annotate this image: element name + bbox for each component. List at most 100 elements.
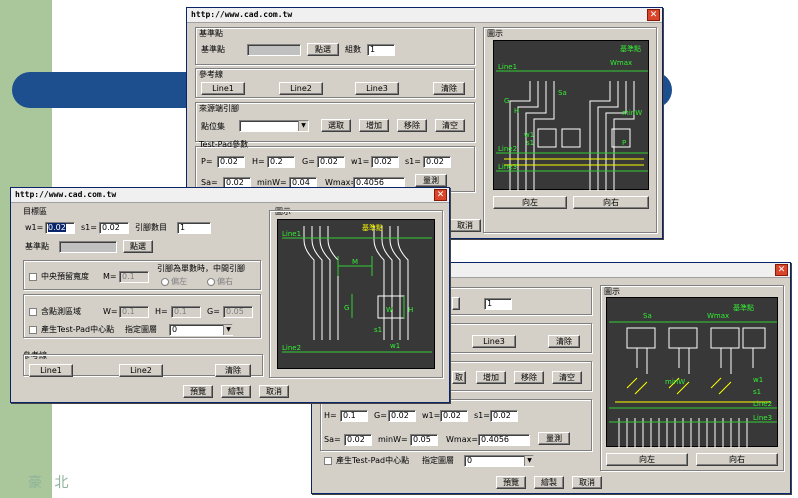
w1-label: w1=	[422, 411, 441, 420]
sa-input[interactable]: 0.02	[344, 434, 372, 446]
g-input[interactable]: 0.02	[388, 410, 416, 422]
remove-source-button[interactable]: 移除	[397, 119, 427, 132]
h-input[interactable]: 0.2	[267, 156, 295, 168]
pins-label: 引腳數目	[135, 223, 167, 232]
close-button[interactable]: ✕	[647, 9, 660, 21]
diagram-label-w: W	[386, 306, 393, 314]
diagram-label-line1: Line1	[282, 230, 301, 238]
chevron-down-icon: ▼	[223, 325, 233, 335]
layer-label: 指定圖層	[125, 325, 157, 334]
line2-button[interactable]: Line2	[119, 364, 163, 377]
lean-left-label: 偏左	[171, 277, 187, 286]
generate-center-label: 產生Test-Pad中心點	[41, 325, 115, 334]
count-input[interactable]: 1	[484, 298, 512, 310]
chevron-down-icon: ▼	[524, 456, 534, 466]
center-reserve-checkbox[interactable]	[29, 273, 37, 281]
lean-right-radio[interactable]	[207, 278, 215, 286]
generate-center-label: 產生Test-Pad中心點	[336, 456, 410, 465]
group-title-ref: 參考線	[199, 70, 223, 79]
select-source-button[interactable]: 選取	[321, 119, 351, 132]
generate-center-checkbox[interactable]	[324, 457, 332, 465]
diagram-label-wmax: Wmax	[610, 59, 632, 67]
pad-g-input[interactable]: 0.05	[223, 306, 253, 318]
diagram-label-p: P	[622, 139, 626, 147]
remove-source-button[interactable]: 移除	[514, 371, 544, 384]
h-input[interactable]: 0.1	[340, 410, 368, 422]
diagram-label-m: M	[352, 258, 358, 266]
preview-canvas: 基準點 Wmax Sa minW Line1 Line2 Line3 G H w…	[493, 40, 649, 191]
g-input[interactable]: 0.02	[317, 156, 345, 168]
cancel-button[interactable]: 取消	[572, 476, 602, 489]
line1-button[interactable]: Line1	[29, 364, 73, 377]
line3-button[interactable]: Line3	[472, 335, 516, 348]
preview-canvas: 基準點 Line1 Line2 M G W H s1 w1	[277, 219, 435, 369]
s1-input[interactable]: 0.02	[423, 156, 451, 168]
diagram-label-base: 基準點	[362, 223, 383, 232]
measure-button[interactable]: 量測	[415, 174, 447, 187]
w1-input[interactable]: 0.02	[45, 222, 75, 234]
draw-button[interactable]: 繪製	[534, 476, 564, 489]
pins-input[interactable]: 1	[177, 222, 211, 234]
pick-base-button[interactable]: 點選	[123, 240, 153, 253]
shift-left-button[interactable]: 向左	[606, 453, 688, 466]
line2-button[interactable]: Line2	[279, 82, 323, 95]
s1-input[interactable]: 0.02	[490, 410, 518, 422]
g-label: G=	[302, 157, 315, 166]
clear-ref-button[interactable]: 清除	[548, 335, 580, 348]
pad-g-label: G=	[207, 307, 220, 316]
shift-right-button[interactable]: 向右	[696, 453, 778, 466]
g-label: G=	[374, 411, 387, 420]
shift-right-button[interactable]: 向右	[573, 196, 649, 209]
add-source-button[interactable]: 增加	[359, 119, 389, 132]
empty-source-button[interactable]: 清空	[435, 119, 465, 132]
w1-value: 0.02	[48, 223, 66, 232]
clear-ref-button[interactable]: 清除	[433, 82, 465, 95]
generate-center-checkbox[interactable]	[29, 326, 37, 334]
preview-canvas: 基準點 Sa Wmax minW w1 s1 Line2 Line3	[606, 297, 778, 448]
diagram-label-s1: s1	[526, 139, 534, 147]
base-point-field[interactable]	[59, 241, 117, 253]
lean-left-radio[interactable]	[161, 278, 169, 286]
preview-button[interactable]: 預覽	[183, 385, 213, 398]
pick-base-button[interactable]	[452, 297, 460, 310]
pad-h-input[interactable]: 0.1	[171, 306, 201, 318]
h-label: H=	[252, 157, 265, 166]
minw-input[interactable]: 0.05	[410, 434, 438, 446]
base-point-field[interactable]	[247, 44, 301, 56]
pad-w-input[interactable]: 0.1	[119, 306, 149, 318]
w1-input[interactable]: 0.02	[371, 156, 399, 168]
shift-left-button[interactable]: 向左	[493, 196, 567, 209]
cancel-button[interactable]: 取消	[449, 219, 481, 232]
diagram-label-line3: Line3	[498, 163, 517, 171]
line3-button[interactable]: Line3	[355, 82, 399, 95]
diagram-label-w1: w1	[390, 342, 400, 350]
slide-watermark: 豪 北	[28, 475, 73, 491]
measure-button[interactable]: 量測	[538, 432, 570, 445]
preview-button[interactable]: 預覽	[496, 476, 526, 489]
select-source-button[interactable]: 取	[452, 371, 466, 384]
close-button[interactable]: ✕	[434, 189, 447, 201]
p-input[interactable]: 0.02	[217, 156, 245, 168]
line1-button[interactable]: Line1	[201, 82, 245, 95]
diagram-label-line2: Line2	[282, 344, 301, 352]
draw-button[interactable]: 繪製	[221, 385, 251, 398]
cancel-button[interactable]: 取消	[259, 385, 289, 398]
diagram-label-sa: Sa	[643, 312, 652, 320]
w1-label: w1=	[25, 223, 44, 232]
close-button[interactable]: ✕	[775, 264, 788, 276]
pointset-select[interactable]: ▼	[239, 120, 309, 132]
w1-input[interactable]: 0.02	[440, 410, 468, 422]
clear-ref-button[interactable]: 清除	[215, 364, 251, 377]
diagram-label-h: H	[514, 107, 519, 115]
add-source-button[interactable]: 增加	[476, 371, 506, 384]
wmax-input[interactable]: 0.4056	[478, 434, 530, 446]
pad-area-checkbox[interactable]	[29, 308, 37, 316]
testpad-diagram: 基準點 Wmax Sa minW Line1 Line2 Line3 G H w…	[496, 44, 648, 191]
pad-h-label: H=	[155, 307, 168, 316]
empty-source-button[interactable]: 清空	[552, 371, 582, 384]
pick-base-button[interactable]: 點選	[307, 43, 339, 56]
count-input[interactable]: 1	[367, 44, 395, 56]
group-title-testpad: Test-Pad參數	[199, 140, 249, 149]
m-input[interactable]: 0.1	[119, 271, 149, 283]
s1-input[interactable]: 0.02	[99, 222, 129, 234]
